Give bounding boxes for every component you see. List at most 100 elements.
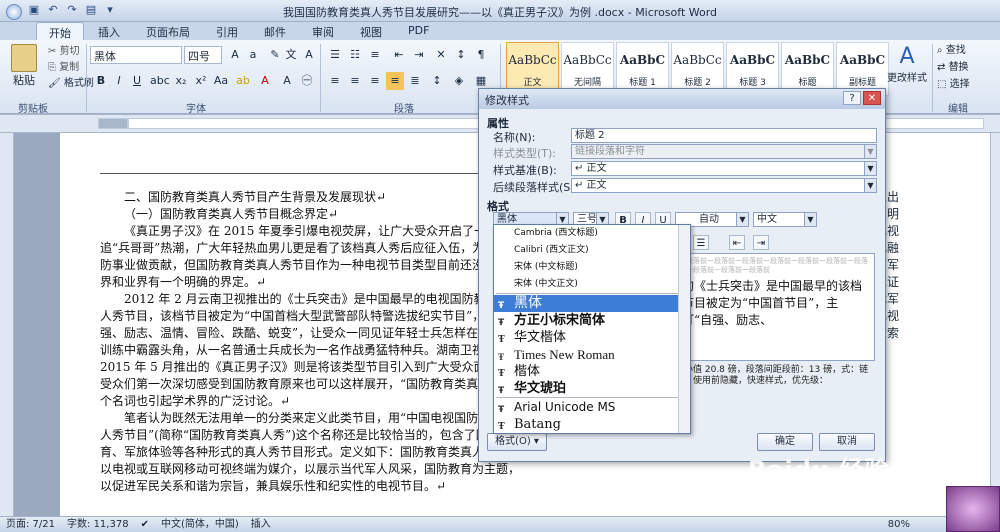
align-center-icon[interactable]: ≡: [346, 72, 364, 90]
decrease-indent-icon[interactable]: ⇤: [729, 235, 745, 250]
zoom-level[interactable]: 80%: [888, 517, 910, 532]
clipboard-group-label: 剪贴板: [18, 104, 48, 115]
chevron-down-icon: ▼: [864, 145, 876, 158]
multilevel-list-icon[interactable]: ≡: [366, 46, 384, 64]
bullets-icon[interactable]: ☰: [326, 46, 344, 64]
body-paragraph: 2012 年 2 月云南卫视推出的《士兵突击》是中国最早的电视国防教育类真人秀节…: [100, 292, 527, 408]
body-paragraph: 《真正男子汉》在 2015 年夏季引爆电视荧屏，让广大受众开启了一波全民追“兵哥…: [100, 224, 523, 289]
font-option-selected[interactable]: Ŧ 黑体: [494, 295, 690, 312]
tab-pdf[interactable]: PDF: [396, 22, 441, 40]
line-spacing-icon[interactable]: ☰: [693, 235, 709, 250]
tab-home[interactable]: 开始: [36, 22, 84, 40]
editing-items: ⌕ 查找 ⇄ 替换 ⬚ 选择: [937, 42, 970, 93]
cancel-button[interactable]: 取消: [819, 433, 875, 451]
phonetic-icon[interactable]: 文: [282, 46, 300, 64]
chinese-layout-icon[interactable]: ✕: [432, 46, 450, 64]
align-right-icon[interactable]: ≡: [366, 72, 384, 90]
char-shading-icon[interactable]: A: [278, 72, 296, 90]
vertical-ruler[interactable]: [0, 133, 14, 516]
font-option[interactable]: 宋体 (中文正文): [494, 276, 690, 293]
tab-mailings[interactable]: 邮件: [252, 22, 298, 40]
font-name-box[interactable]: 黑体: [90, 46, 182, 64]
decrease-indent-icon[interactable]: ⇤: [390, 46, 408, 64]
chevron-down-icon: ▼: [864, 162, 876, 175]
strikethrough-icon[interactable]: abc: [150, 72, 170, 90]
following-style-select[interactable]: ↵ 正文 ▼: [571, 178, 877, 193]
ok-button[interactable]: 确定: [757, 433, 813, 451]
chevron-down-icon: ▼: [736, 213, 748, 226]
underline-icon[interactable]: U: [128, 72, 146, 90]
font-option[interactable]: Ŧ 楷体: [494, 363, 690, 380]
based-on-select[interactable]: ↵ 正文 ▼: [571, 161, 877, 176]
body-paragraph: 笔者认为既然无法用单一的分类来定义此类节目，用“中国电视国防教育类真人秀节目”(…: [100, 411, 527, 493]
tab-view[interactable]: 视图: [348, 22, 394, 40]
bold-icon[interactable]: B: [92, 72, 110, 90]
align-left-icon[interactable]: ≡: [326, 72, 344, 90]
increase-indent-icon[interactable]: ⇥: [410, 46, 428, 64]
show-marks-icon[interactable]: ¶: [472, 46, 490, 64]
change-case-icon[interactable]: Aa: [212, 72, 230, 90]
paste-button[interactable]: 粘贴: [6, 44, 42, 94]
line-spacing-icon[interactable]: ↕: [428, 72, 446, 90]
style-type-label: 样式类型(T):: [493, 147, 557, 160]
subheading-paragraph: （一）国防教育类真人秀节目概念界定↵: [124, 207, 339, 221]
select-button[interactable]: ⬚ 选择: [937, 76, 970, 93]
status-bar: 页面: 7/21 字数: 11,378 ✔ 中文(简体，中国) 插入 80%: [0, 516, 1000, 532]
proofing-icon[interactable]: ✔: [141, 517, 149, 532]
window-title: 我国国防教育类真人秀节目发展研究——以《真正男子汉》为例 .docx - Mic…: [282, 6, 718, 19]
font-option[interactable]: Ŧ Times New Roman: [494, 346, 690, 363]
enclose-char-icon[interactable]: ㊀: [298, 72, 316, 90]
numbering-icon[interactable]: ☷: [346, 46, 364, 64]
style-type-select[interactable]: 链接段落和字符 ▼: [571, 144, 877, 159]
justify-icon[interactable]: ≡: [386, 72, 404, 90]
change-styles-button[interactable]: A 更改样式: [885, 44, 929, 84]
grow-font-icon[interactable]: A: [226, 46, 244, 64]
font-option[interactable]: Ŧ Arial Unicode MS: [494, 399, 690, 416]
font-size-box[interactable]: 四号: [184, 46, 222, 64]
font-color-icon[interactable]: A: [256, 72, 274, 90]
subscript-icon[interactable]: x₂: [172, 72, 190, 90]
italic-icon[interactable]: I: [110, 72, 128, 90]
increase-indent-icon[interactable]: ⇥: [753, 235, 769, 250]
highlight-icon[interactable]: ab: [234, 72, 252, 90]
style-description: 最小值 20.8 磅，段落间距段前：13 磅，式：链接，使用前隐藏，快速样式，优…: [675, 365, 869, 386]
font-option[interactable]: Ŧ Batang: [494, 416, 690, 433]
distribute-icon[interactable]: ≣: [406, 72, 424, 90]
font-option[interactable]: 宋体 (中文标题): [494, 259, 690, 276]
group-divider: [320, 44, 321, 112]
tab-insert[interactable]: 插入: [86, 22, 132, 40]
shrink-font-icon[interactable]: a: [244, 46, 262, 64]
tab-references[interactable]: 引用: [204, 22, 250, 40]
help-icon[interactable]: ?: [843, 91, 861, 105]
char-border-icon[interactable]: A: [300, 46, 318, 64]
superscript-icon[interactable]: x²: [192, 72, 210, 90]
font-option[interactable]: Cambria (西文标题): [494, 225, 690, 242]
find-button[interactable]: ⌕ 查找: [937, 42, 970, 59]
font-list-scrollbar[interactable]: [678, 225, 690, 433]
insert-mode[interactable]: 插入: [251, 517, 271, 532]
close-icon[interactable]: ✕: [863, 91, 881, 105]
paragraph-group-label: 段落: [394, 104, 414, 115]
chevron-down-icon: ▼: [804, 213, 816, 226]
format-menu-button[interactable]: 格式(O) ▾: [487, 433, 547, 451]
font-option[interactable]: Ŧ 华文琥珀: [494, 380, 690, 397]
word-count[interactable]: 字数: 11,378: [67, 517, 129, 532]
tab-page-layout[interactable]: 页面布局: [134, 22, 202, 40]
based-on-label: 样式基准(B):: [493, 164, 557, 177]
language-select[interactable]: 中文 ▼: [753, 212, 817, 227]
document-body[interactable]: 二、国防教育类真人秀节目产生背景及发展现状↵ （一）国防教育类真人秀节目概念界定…: [100, 189, 530, 495]
sort-icon[interactable]: ↕: [452, 46, 470, 64]
replace-button[interactable]: ⇄ 替换: [937, 59, 970, 76]
language-indicator[interactable]: 中文(简体，中国): [161, 517, 239, 532]
page-indicator[interactable]: 页面: 7/21: [6, 517, 55, 532]
truetype-icon: Ŧ: [498, 386, 505, 396]
font-option[interactable]: Calibri (西文正文): [494, 242, 690, 259]
vertical-scrollbar[interactable]: [990, 133, 1000, 516]
truetype-icon: Ŧ: [498, 335, 505, 345]
font-option[interactable]: Ŧ 方正小标宋简体: [494, 312, 690, 329]
style-name-field[interactable]: 标题 2: [571, 128, 877, 143]
truetype-icon: Ŧ: [498, 369, 505, 379]
font-option[interactable]: Ŧ 华文楷体: [494, 329, 690, 346]
tab-review[interactable]: 审阅: [300, 22, 346, 40]
shading-icon[interactable]: ◈: [450, 72, 468, 90]
